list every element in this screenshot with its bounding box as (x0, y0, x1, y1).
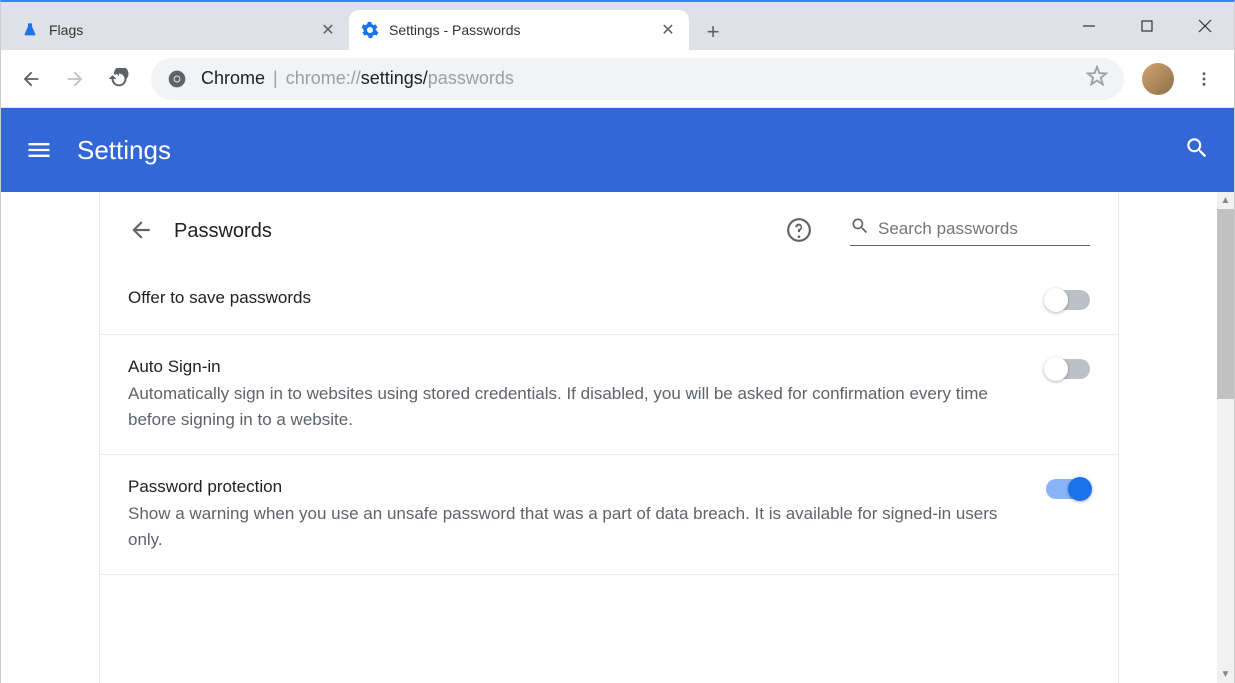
window-controls (1060, 2, 1234, 50)
page-header: Passwords (100, 216, 1118, 266)
back-button[interactable] (11, 59, 51, 99)
tab-strip: Flags ✕ Settings - Passwords ✕ + (1, 2, 1234, 50)
setting-offer-save: Offer to save passwords (100, 266, 1118, 335)
bookmark-star-icon[interactable] (1086, 65, 1108, 92)
toggle-auto-signin[interactable] (1046, 359, 1090, 379)
help-icon[interactable] (786, 217, 814, 245)
url-label: Chrome (201, 68, 265, 89)
search-icon[interactable] (1184, 135, 1210, 166)
settings-header: Settings (1, 108, 1234, 192)
setting-title: Offer to save passwords (128, 288, 1006, 308)
toggle-offer-save[interactable] (1046, 290, 1090, 310)
tab-settings-passwords[interactable]: Settings - Passwords ✕ (349, 10, 689, 50)
url-path: settings/ (361, 68, 428, 89)
scroll-up-icon[interactable]: ▲ (1217, 192, 1234, 209)
forward-button[interactable] (55, 59, 95, 99)
address-bar[interactable]: Chrome | chrome://settings/passwords (151, 58, 1124, 100)
scroll-thumb[interactable] (1217, 209, 1234, 399)
reload-button[interactable] (99, 59, 139, 99)
search-passwords-box[interactable] (850, 216, 1090, 246)
setting-auto-signin: Auto Sign-in Automatically sign in to we… (100, 335, 1118, 455)
settings-title: Settings (77, 135, 1184, 166)
flask-icon (21, 21, 39, 39)
tab-title: Settings - Passwords (389, 22, 659, 38)
maximize-button[interactable] (1118, 2, 1176, 50)
url-prefix: chrome:// (286, 68, 361, 89)
hamburger-menu-icon[interactable] (25, 136, 53, 164)
scroll-down-icon[interactable]: ▼ (1217, 666, 1234, 683)
kebab-menu-icon[interactable] (1184, 59, 1224, 99)
settings-panel: Passwords Offer to save passwords Auto S… (99, 192, 1119, 683)
chrome-icon (167, 69, 187, 89)
close-window-button[interactable] (1176, 2, 1234, 50)
close-icon[interactable]: ✕ (319, 21, 337, 39)
tab-flags[interactable]: Flags ✕ (9, 10, 349, 50)
toggle-password-protection[interactable] (1046, 479, 1090, 499)
tab-title: Flags (49, 22, 319, 38)
setting-title: Auto Sign-in (128, 357, 1006, 377)
minimize-button[interactable] (1060, 2, 1118, 50)
gear-icon (361, 21, 379, 39)
toolbar: Chrome | chrome://settings/passwords (1, 50, 1234, 108)
close-icon[interactable]: ✕ (659, 21, 677, 39)
setting-password-protection: Password protection Show a warning when … (100, 455, 1118, 575)
url-subpath: passwords (428, 68, 514, 89)
scrollbar[interactable]: ▲ ▼ (1217, 192, 1234, 683)
back-arrow-icon[interactable] (128, 217, 156, 245)
setting-desc: Show a warning when you use an unsafe pa… (128, 501, 1006, 552)
search-icon (850, 216, 870, 241)
new-tab-button[interactable]: + (695, 14, 731, 50)
setting-desc: Automatically sign in to websites using … (128, 381, 1006, 432)
content-area: Passwords Offer to save passwords Auto S… (1, 192, 1234, 683)
page-title: Passwords (174, 220, 768, 243)
search-passwords-input[interactable] (878, 219, 1090, 239)
profile-avatar[interactable] (1142, 63, 1174, 95)
setting-title: Password protection (128, 477, 1006, 497)
